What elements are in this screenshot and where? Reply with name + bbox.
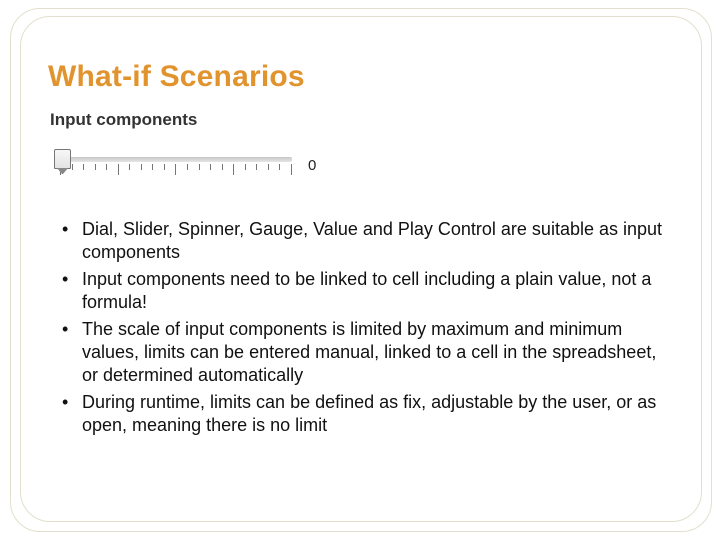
list-item: Dial, Slider, Spinner, Gauge, Value and … xyxy=(58,218,672,264)
slider-area: 0 xyxy=(54,146,692,184)
slide-subtitle: Input components xyxy=(50,110,692,130)
slider-value: 0 xyxy=(308,157,316,174)
slider-thumb-icon[interactable] xyxy=(54,149,71,169)
list-item: During runtime, limits can be defined as… xyxy=(58,391,672,437)
slide: What-if Scenarios Input components 0 Dia… xyxy=(0,0,720,540)
slider-track xyxy=(56,157,292,162)
slider-ticks xyxy=(60,164,292,180)
slider-input[interactable] xyxy=(54,146,294,184)
bullet-list: Dial, Slider, Spinner, Gauge, Value and … xyxy=(58,218,672,437)
slide-title: What-if Scenarios xyxy=(48,60,692,94)
list-item: The scale of input components is limited… xyxy=(58,318,672,387)
list-item: Input components need to be linked to ce… xyxy=(58,268,672,314)
